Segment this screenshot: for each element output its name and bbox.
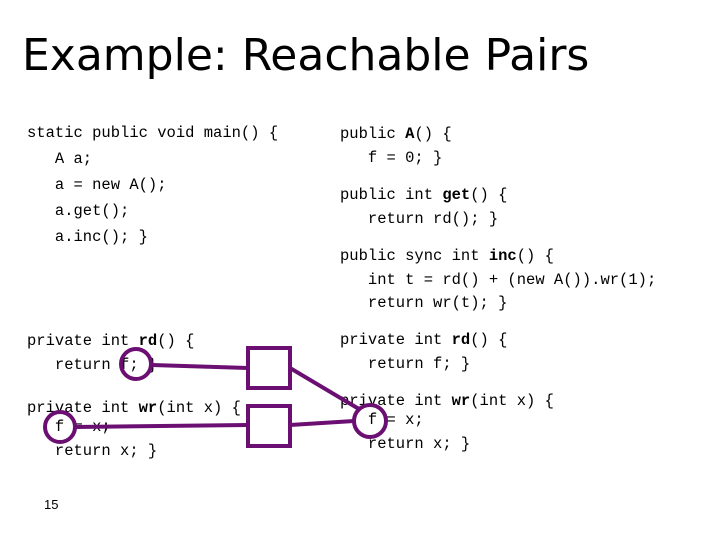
bottom-box-node: [246, 404, 292, 448]
top-box-node: [246, 346, 292, 390]
reachable-pairs-diagram: [43, 346, 388, 448]
right-wr-f-circle: [352, 403, 388, 439]
edge-left-rd-to-top-box: [151, 363, 249, 370]
left-rd-f-circle: [119, 347, 153, 381]
edge-bottom-box-to-right-wr: [289, 419, 355, 427]
left-wr-f-circle: [43, 410, 77, 444]
edge-top-box-to-right-wr: [288, 366, 361, 411]
edge-left-wr-to-bottom-box: [74, 423, 249, 429]
